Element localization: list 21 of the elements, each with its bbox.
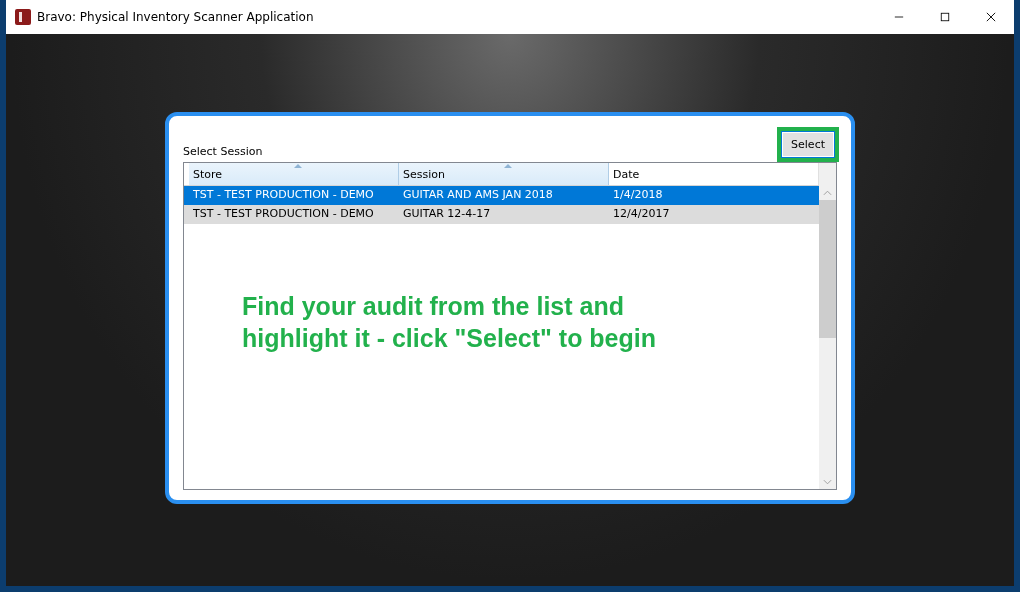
column-header[interactable]: Store	[189, 163, 399, 185]
table-cell-text: 1/4/2018	[612, 187, 664, 203]
scrollbar[interactable]	[819, 163, 836, 489]
sort-arrow-icon	[503, 164, 512, 168]
app-logo-icon	[15, 9, 31, 25]
table-cell-text: TST - TEST PRODUCTION - DEMO	[192, 206, 375, 222]
panel-label: Select Session	[183, 145, 263, 158]
table-cell-text: TST - TEST PRODUCTION - DEMO	[192, 187, 375, 203]
select-button[interactable]: Select	[781, 131, 835, 158]
scroll-thumb[interactable]	[819, 200, 836, 338]
table-cell-text: 12/4/2017	[612, 206, 671, 222]
table-cell-text: GUITAR AND AMS JAN 2018	[402, 187, 554, 203]
instruction-text: Find your audit from the list and highlight it - click "Select" to begin	[242, 291, 657, 354]
table-cell-text: GUITAR 12-4-17	[402, 206, 492, 222]
session-row[interactable]: TST - TEST PRODUCTION - DEMO GUITAR 12-4-17 12/4/2017	[184, 205, 819, 224]
column-header[interactable]: Session	[399, 163, 609, 185]
scroll-down-icon[interactable]	[823, 479, 832, 485]
session-row[interactable]: TST - TEST PRODUCTION - DEMO GUITAR AND AMS JAN 2018 1/4/2018	[184, 186, 819, 205]
window-title: Bravo: Physical Inventory Scanner Application	[37, 10, 314, 24]
sort-arrow-icon	[293, 164, 302, 168]
scroll-up-icon[interactable]	[823, 190, 832, 196]
